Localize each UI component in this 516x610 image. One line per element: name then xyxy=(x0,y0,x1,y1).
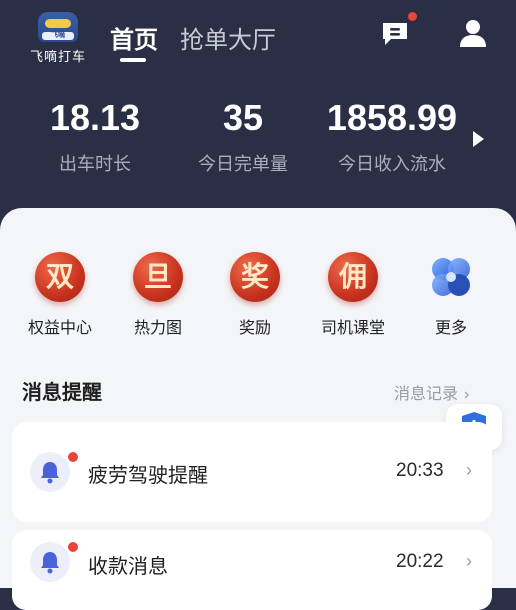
stat-income[interactable]: 1858.99 今日收入流水 xyxy=(318,96,466,176)
message-card-fatigue[interactable]: 疲劳驾驶提醒 20:33 › xyxy=(12,422,492,522)
more-icon xyxy=(432,258,470,296)
top-header: 飞嘀 飞嘀打车 首页 抢单大厅 18.13 出车时长 35 今日完单量 1858… xyxy=(0,0,516,210)
quick-action-reward[interactable]: 奖 奖励 xyxy=(215,252,295,338)
user-profile-icon[interactable] xyxy=(458,18,488,48)
message-icon[interactable] xyxy=(381,21,409,47)
driver-class-icon: 佣 xyxy=(328,252,378,302)
quick-action-label: 权益中心 xyxy=(27,320,92,337)
tab-home[interactable]: 首页 xyxy=(110,20,158,55)
active-tab-indicator xyxy=(120,58,146,62)
message-title: 疲劳驾驶提醒 xyxy=(88,465,208,487)
quick-action-label: 更多 xyxy=(434,320,467,337)
stat-label: 出车时长 xyxy=(59,154,131,174)
app-logo: 飞嘀 飞嘀打车 xyxy=(26,12,90,65)
quick-action-label: 热力图 xyxy=(133,320,182,337)
messages-section-title: 消息提醒 xyxy=(22,382,102,404)
stats-next-arrow-icon[interactable] xyxy=(473,131,484,147)
quick-action-label: 司机课堂 xyxy=(320,320,385,337)
unread-dot xyxy=(66,540,80,554)
stat-label: 今日完单量 xyxy=(198,154,288,174)
message-title: 收款消息 xyxy=(88,556,168,578)
stat-completed-orders[interactable]: 35 今日完单量 xyxy=(186,96,300,176)
chevron-right-icon: › xyxy=(466,460,472,480)
bell-icon-wrap xyxy=(30,450,80,492)
quick-action-label: 奖励 xyxy=(238,320,271,337)
quick-action-heatmap[interactable]: 旦 热力图 xyxy=(118,252,198,338)
quick-actions: 双 权益中心 旦 热力图 奖 奖励 佣 司机课堂 更多 xyxy=(0,252,516,342)
logo-text: 飞嘀打车 xyxy=(29,49,86,64)
bell-icon xyxy=(41,462,59,484)
bell-icon-wrap xyxy=(30,540,80,582)
chevron-right-icon: › xyxy=(466,551,472,571)
reward-icon: 奖 xyxy=(230,252,280,302)
message-time: 20:33 xyxy=(396,460,444,481)
message-time: 20:22 xyxy=(396,551,444,572)
stat-value: 35 xyxy=(222,97,264,138)
logo-badge-text: 飞嘀 xyxy=(42,32,74,40)
stat-value: 1858.99 xyxy=(326,97,458,138)
chevron-right-icon: › xyxy=(464,386,470,403)
message-history-label: 消息记录 xyxy=(394,386,459,403)
rights-center-icon: 双 xyxy=(35,252,85,302)
heatmap-icon: 旦 xyxy=(133,252,183,302)
logo-icon: 飞嘀 xyxy=(38,12,78,42)
stat-label: 今日收入流水 xyxy=(338,154,446,174)
stat-value: 18.13 xyxy=(49,97,141,138)
message-card-payment[interactable]: 收款消息 20:22 › xyxy=(12,530,492,610)
quick-action-driver-class[interactable]: 佣 司机课堂 xyxy=(313,252,393,338)
quick-action-rights-center[interactable]: 双 权益中心 xyxy=(20,252,100,338)
main-panel: 双 权益中心 旦 热力图 奖 奖励 佣 司机课堂 更多 消息提醒 消息记录 › … xyxy=(0,208,516,610)
quick-action-more[interactable]: 更多 xyxy=(411,252,491,338)
bell-icon xyxy=(41,552,59,574)
unread-dot xyxy=(66,450,80,464)
stats-row: 18.13 出车时长 35 今日完单量 1858.99 今日收入流水 xyxy=(0,96,516,186)
message-unread-dot xyxy=(408,12,417,21)
stat-driving-hours[interactable]: 18.13 出车时长 xyxy=(40,96,150,176)
tab-order-hall[interactable]: 抢单大厅 xyxy=(180,20,276,55)
message-history-link[interactable]: 消息记录 › xyxy=(394,380,469,404)
